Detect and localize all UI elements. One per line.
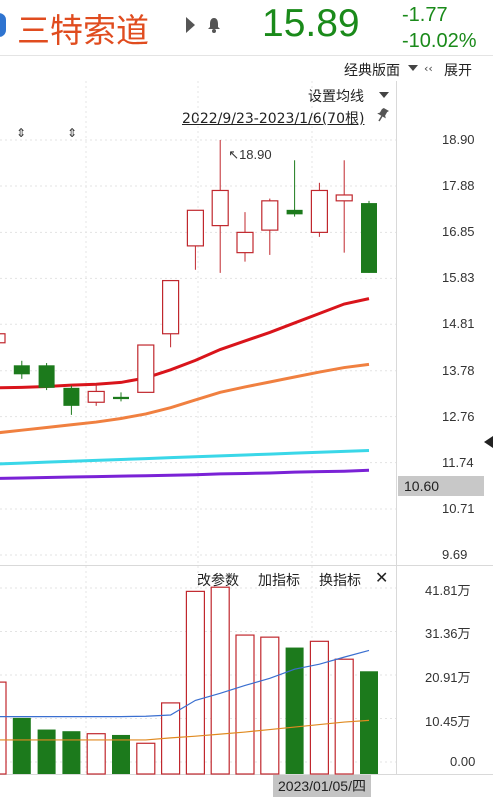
candle [0, 333, 6, 344]
candle [63, 385, 80, 415]
candle-body [13, 365, 30, 375]
price-axis-tick: 14.81 [442, 316, 475, 332]
volume-bar [309, 640, 329, 775]
candle-body [162, 279, 180, 335]
ma20-line [0, 448, 370, 466]
price-axis-tick: 13.78 [442, 362, 475, 378]
volume-axis-tick: 31.36万 [425, 626, 471, 642]
change-percent: -10.02% [402, 30, 477, 52]
candle-body [113, 396, 129, 400]
price-chart[interactable]: ↖18.90 [0, 81, 396, 565]
high-price-annotation: ↖18.90 [228, 147, 271, 162]
price-axis-tick: 17.88 [442, 177, 475, 193]
volume-bar [185, 590, 205, 775]
candle-body [286, 209, 303, 215]
candle-body [211, 189, 229, 227]
volume-bar [360, 671, 378, 774]
dropdown-arrow-icon[interactable] [408, 65, 418, 72]
volume-bar [334, 658, 354, 775]
candle-body [310, 189, 328, 233]
price-axis-tick: 18.90 [442, 132, 475, 147]
candle-body [335, 194, 353, 202]
candle [310, 182, 328, 237]
candle [113, 392, 129, 402]
play-triangle-icon[interactable] [186, 17, 195, 33]
price-axis-tick: 15.83 [442, 270, 475, 286]
change-value: -1.77 [402, 4, 448, 26]
crosshair-date-label: 2023/01/05/四 [273, 775, 371, 797]
stock-name: 三特索道 [17, 11, 149, 50]
candle-body [87, 390, 105, 403]
price-axis-tick: 12.76 [442, 408, 475, 424]
candle [211, 140, 229, 273]
price-axis-divider [396, 81, 397, 565]
candle [186, 209, 204, 270]
volume-bar [210, 586, 230, 775]
price-axis-tick: 9.69 [442, 547, 468, 562]
candle [236, 212, 254, 262]
candle-body [137, 344, 155, 393]
volume-axis-tick: 10.45万 [425, 713, 471, 729]
candle [361, 200, 377, 273]
price-axis-tick: 16.85 [442, 224, 475, 240]
candle [162, 279, 180, 348]
expand-button[interactable]: 展开 [444, 60, 472, 80]
volume-bar [285, 647, 304, 774]
volume-bar [62, 731, 81, 774]
candle-body [38, 365, 55, 388]
candle [286, 160, 303, 217]
bell-icon[interactable] [207, 17, 221, 33]
crosshair-price-tag: 10.60 [398, 476, 484, 496]
ma30-line [0, 468, 370, 480]
volume-bar [235, 634, 255, 775]
chart-toolbar: 经典版面 ‹‹ 展开 [0, 55, 493, 82]
volume-bar [12, 717, 31, 774]
candle [87, 383, 105, 406]
volume-bar [37, 729, 56, 774]
candle-body [63, 387, 80, 406]
volume-axis-tick: 20.91万 [425, 669, 471, 685]
price-axis-tick: 11.74 [442, 454, 474, 470]
volume-bar [0, 681, 7, 775]
back-button[interactable] [0, 13, 6, 37]
volume-bar [260, 636, 280, 775]
candle-body [0, 333, 6, 344]
volume-bar [112, 734, 130, 774]
price-change: -1.77 -10.02% [402, 2, 477, 54]
volume-axis-tick: 41.81万 [425, 583, 471, 598]
collapse-icon[interactable]: ‹‹ [424, 62, 433, 75]
candle-body [261, 200, 279, 231]
price-pointer-icon [484, 436, 493, 448]
volume-axis-tick: 0.00 [450, 754, 476, 769]
volume-axis-divider [396, 566, 397, 774]
candle [13, 360, 30, 379]
candle [137, 344, 155, 393]
candle [38, 363, 55, 391]
candle [335, 160, 353, 253]
candle [261, 198, 279, 255]
candle-body [236, 231, 254, 254]
classic-layout-button[interactable]: 经典版面 [344, 60, 400, 80]
ma10-line [0, 362, 370, 435]
current-price: 15.89 [262, 2, 360, 45]
price-axis-tick: 10.71 [442, 501, 475, 517]
stock-header: 三特索道 15.89 -1.77 -10.02% [0, 0, 493, 54]
volume-chart[interactable] [0, 566, 396, 775]
candle-body [361, 203, 377, 273]
volume-bar [136, 742, 156, 775]
candle-body [186, 209, 204, 247]
